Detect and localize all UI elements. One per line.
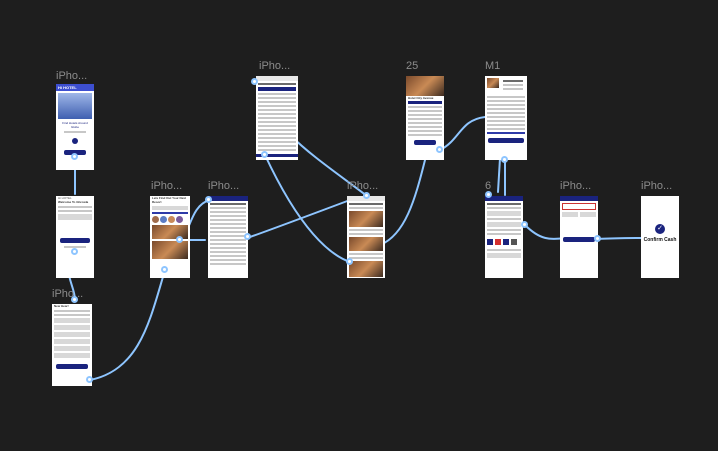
connection-handle[interactable] xyxy=(205,196,212,203)
connection-handle[interactable] xyxy=(161,266,168,273)
hotel-thumbnail xyxy=(487,78,499,88)
connection-handle[interactable] xyxy=(176,236,183,243)
home-title: Lets Find Out Your Next Resort xyxy=(152,196,187,204)
connection-handle[interactable] xyxy=(71,296,78,303)
email-field[interactable] xyxy=(54,325,90,330)
tab-bar[interactable] xyxy=(258,87,296,91)
connection-handle[interactable] xyxy=(485,191,492,198)
frame-label: iPho... xyxy=(560,180,592,192)
hotel-name: Hotel City Avenue xyxy=(408,96,434,100)
header-bar xyxy=(208,196,248,201)
hotel-image[interactable] xyxy=(349,261,383,277)
confirm-field[interactable] xyxy=(54,346,90,351)
frame-payment[interactable] xyxy=(485,196,523,278)
tabs[interactable] xyxy=(408,101,442,104)
frame-label: 25 xyxy=(406,60,419,72)
cvv-field[interactable] xyxy=(580,212,596,217)
wire-detail-booking xyxy=(439,116,486,151)
hotel-image[interactable] xyxy=(349,211,383,227)
connection-handle[interactable] xyxy=(251,78,258,85)
connection-handle[interactable] xyxy=(521,221,528,228)
frame-label: iPho... xyxy=(259,60,291,72)
signup-title: New Hear! xyxy=(54,304,69,308)
connection-handle[interactable] xyxy=(594,235,601,242)
connection-handle[interactable] xyxy=(261,151,268,158)
tagline: Find Hotels Around Globe xyxy=(62,121,88,129)
card-number-field[interactable] xyxy=(562,203,596,210)
card-option[interactable] xyxy=(487,211,521,216)
frame-hotel-list[interactable] xyxy=(347,196,385,278)
wire-payment-booking xyxy=(497,157,501,193)
connection-handle[interactable] xyxy=(501,156,508,163)
connection-handle[interactable] xyxy=(244,233,251,240)
header-bar xyxy=(560,196,598,201)
upi-option[interactable] xyxy=(487,222,521,227)
connection-handle[interactable] xyxy=(363,192,370,199)
frame-confirm[interactable]: ✓ Confirm Cash xyxy=(641,196,679,278)
expiry-field[interactable] xyxy=(562,212,578,217)
wire-location-hotels2 xyxy=(264,154,351,263)
frame-label: iPho... xyxy=(347,180,379,192)
phone-field[interactable] xyxy=(54,332,90,337)
wire-hotels-city xyxy=(249,199,351,238)
connection-handle[interactable] xyxy=(86,376,93,383)
category-row xyxy=(150,216,190,223)
wire-hotels-detail xyxy=(379,159,426,246)
connection-handle[interactable] xyxy=(346,258,353,265)
pay-button[interactable] xyxy=(488,138,524,143)
frame-booking[interactable] xyxy=(485,76,527,160)
hotel-card-image[interactable] xyxy=(152,241,188,259)
connection-handle[interactable] xyxy=(71,153,78,160)
search-input[interactable] xyxy=(152,206,188,210)
frame-label: iPho... xyxy=(52,288,84,300)
frame-label: iPho... xyxy=(151,180,183,192)
wire-payment-card xyxy=(524,224,566,240)
frame-label: M1 xyxy=(485,60,501,72)
register-button[interactable] xyxy=(56,364,88,369)
hotel-hero-image xyxy=(406,76,444,96)
frame-label: iPho... xyxy=(208,180,240,192)
wire-signup-home xyxy=(89,269,166,381)
hotel-illustration xyxy=(58,93,92,119)
welcome-title: Welcome To Ghrowla xyxy=(58,200,89,204)
phone-input[interactable] xyxy=(58,214,92,220)
frame-label: iPho... xyxy=(56,70,88,82)
brand-banner: Hi HOTEL xyxy=(56,84,94,91)
frame-welcome[interactable]: Hi HOTEL Welcome To Ghrowla xyxy=(56,196,94,278)
logo-icon xyxy=(72,138,78,144)
frame-signup[interactable]: New Hear! xyxy=(52,304,92,386)
frame-city-list[interactable] xyxy=(208,196,248,278)
city-field[interactable] xyxy=(54,353,90,358)
book-button[interactable] xyxy=(413,140,437,145)
frame-home[interactable]: Lets Find Out Your Next Resort xyxy=(150,196,190,278)
bank-icons[interactable] xyxy=(485,237,523,247)
frame-label: iPho... xyxy=(641,180,673,192)
name-field[interactable] xyxy=(54,318,90,323)
check-icon: ✓ xyxy=(655,224,665,234)
connection-handle[interactable] xyxy=(436,146,443,153)
frame-location[interactable] xyxy=(256,76,298,160)
frame-add-card[interactable] xyxy=(560,196,598,278)
password-field[interactable] xyxy=(54,339,90,344)
continue-button[interactable] xyxy=(59,238,91,243)
bank-select[interactable] xyxy=(487,253,521,258)
confirm-text: Confirm Cash xyxy=(643,237,677,243)
proceed-button[interactable] xyxy=(562,237,596,242)
connection-handle[interactable] xyxy=(71,248,78,255)
hotel-image[interactable] xyxy=(349,237,383,251)
header-bar xyxy=(256,76,298,81)
